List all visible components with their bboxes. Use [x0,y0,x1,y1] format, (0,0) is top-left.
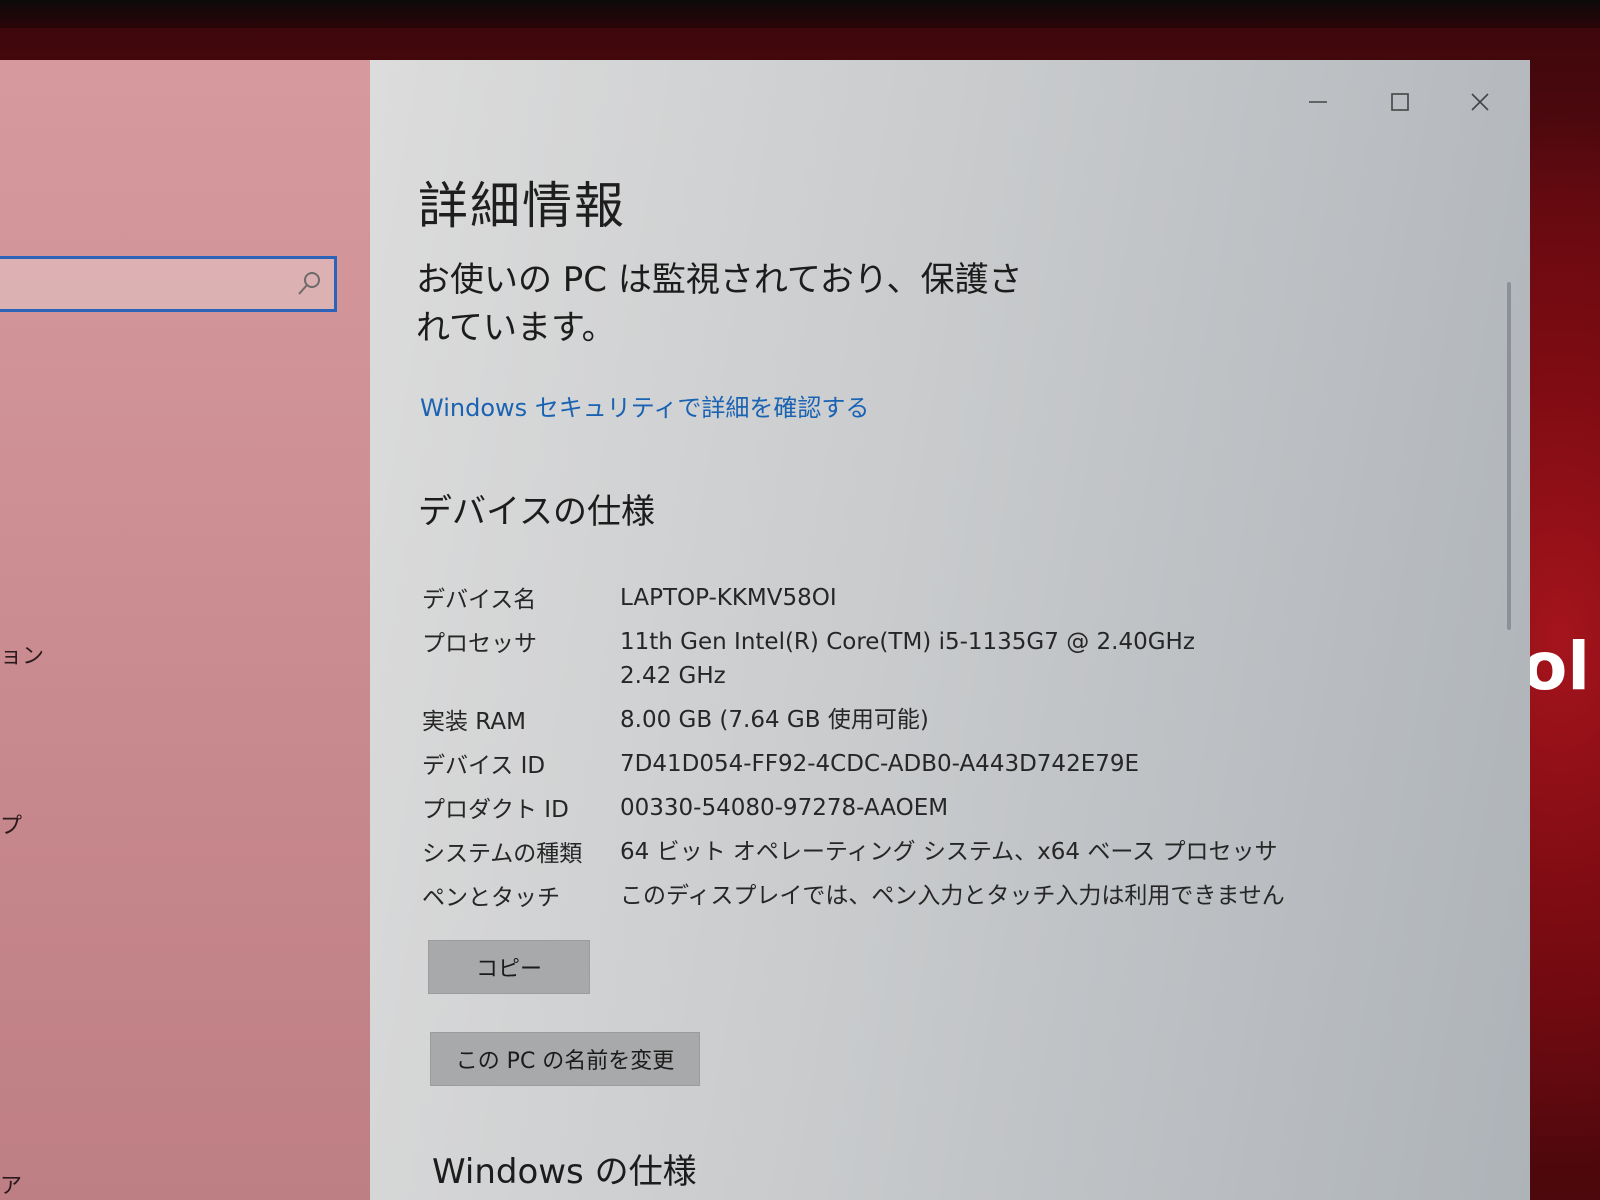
settings-search-input[interactable] [0,256,337,312]
spec-value-line2: 2.42 GHz [620,663,726,689]
spec-label: システムの種類 [422,841,583,867]
nav-item-1[interactable]: ョン [0,638,44,670]
spec-label: デバイス ID [422,753,546,779]
spec-value: 7D41D054-FF92-4CDC-ADB0-A443D742E79E [620,751,1140,777]
security-details-link[interactable]: Windows セキュリティで詳細を確認する [420,388,869,423]
page-title: 詳細情報 [418,177,626,235]
spec-label: プロセッサ [422,631,537,657]
windows-specs-heading: Windows の仕様 [432,1152,697,1192]
search-icon [298,272,320,295]
wallpaper-brand-text: ol [1522,628,1590,705]
nav-item-3[interactable]: ア [0,1168,22,1200]
spec-value: 64 ビット オペレーティング システム、x64 ベース プロセッサ [620,839,1278,865]
about-window: 詳細情報 お使いの PC は監視されており、保護されています。 Windows … [370,60,1530,1200]
spec-value: LAPTOP-KKMV58OI [620,585,837,611]
nav-item-2[interactable]: プ [0,808,22,840]
spec-value: 8.00 GB (7.64 GB 使用可能) [620,707,929,733]
spec-label: プロダクト ID [422,797,569,823]
security-status-text: お使いの PC は監視されており、保護されています。 [416,260,1023,348]
settings-nav-pane: ョン プ ア [0,60,372,1200]
spec-value: 11th Gen Intel(R) Core(TM) i5-1135G7 @ 2… [620,629,1195,655]
spec-label: 実装 RAM [422,709,526,735]
close-icon [1471,93,1489,111]
minimize-icon [1309,101,1327,103]
monitor-bezel [0,0,1600,28]
rename-pc-button[interactable]: この PC の名前を変更 [430,1032,700,1086]
spec-value: このディスプレイでは、ペン入力とタッチ入力は利用できません [620,883,1285,909]
scrollbar[interactable] [1507,282,1511,630]
spec-label: ペンとタッチ [422,885,560,911]
minimize-button[interactable] [1298,82,1338,122]
maximize-button[interactable] [1380,82,1420,122]
spec-value: 00330-54080-97278-AAOEM [620,795,949,821]
device-specs-heading: デバイスの仕様 [418,492,655,532]
spec-label: デバイス名 [422,587,537,613]
close-button[interactable] [1460,82,1500,122]
copy-button[interactable]: コピー [428,940,590,994]
maximize-icon [1391,93,1409,111]
